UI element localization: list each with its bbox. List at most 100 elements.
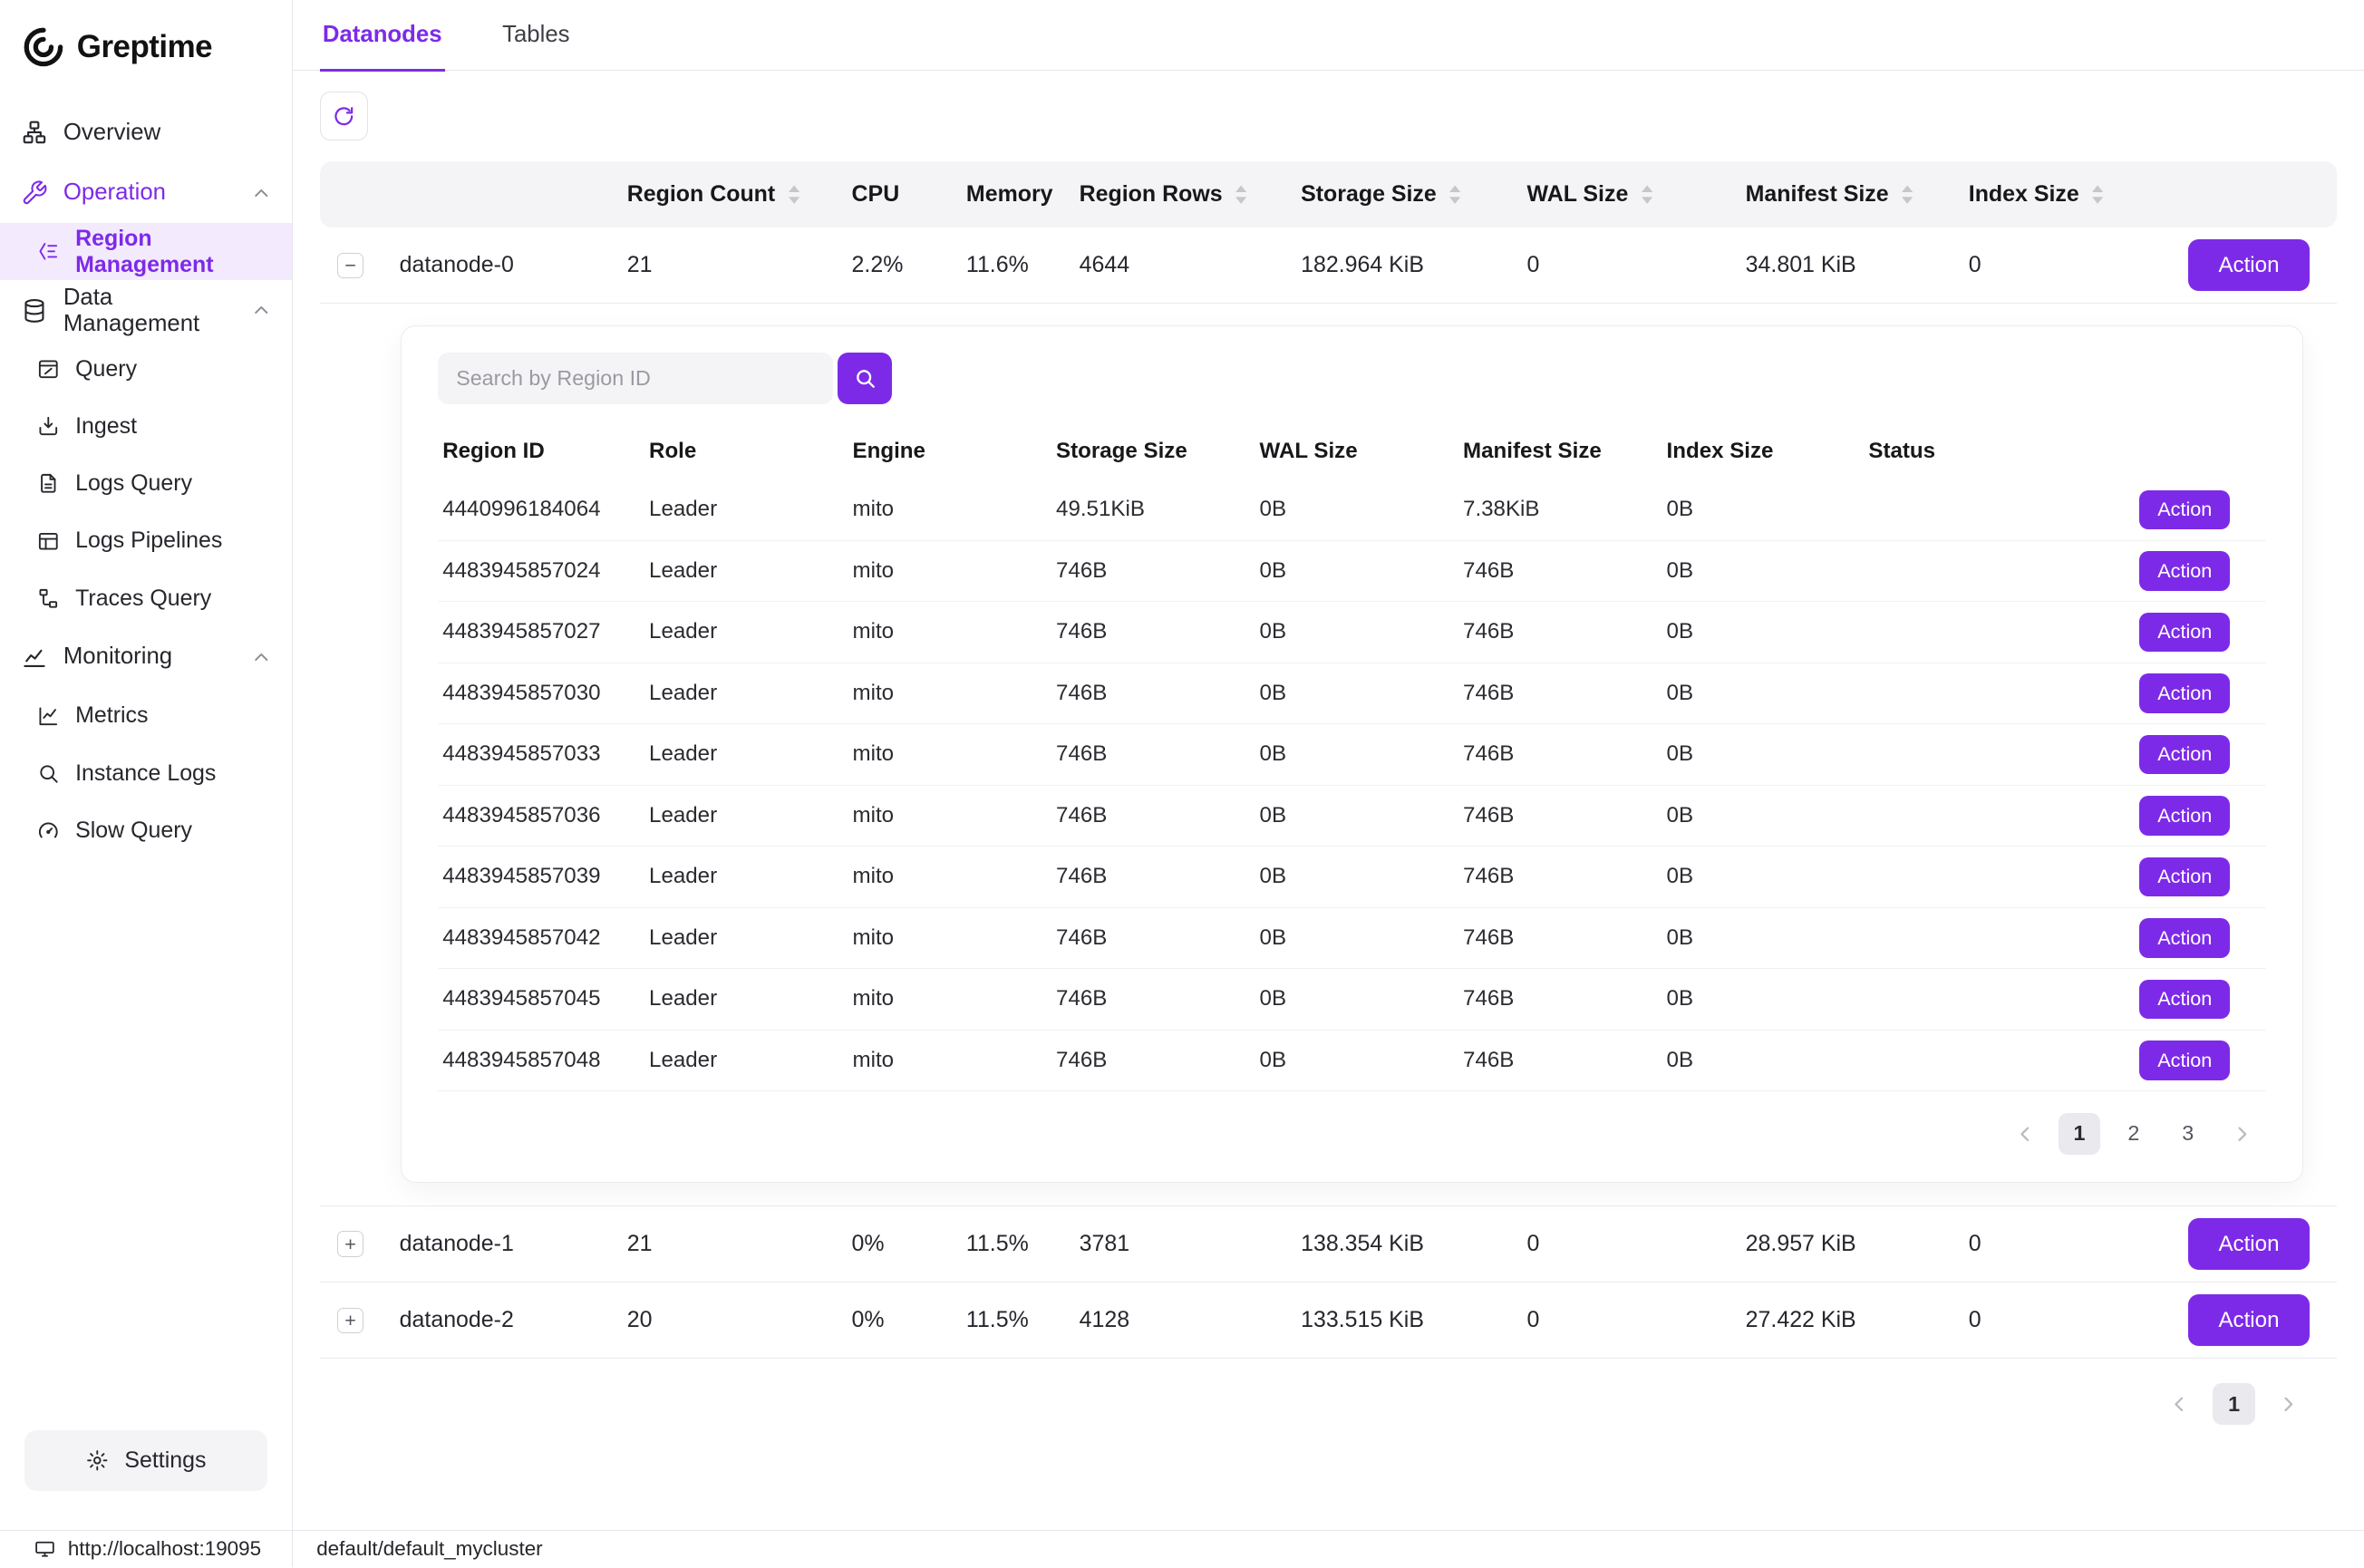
region-action-button[interactable]: Action [2139, 673, 2230, 712]
prev-page-button[interactable] [2158, 1383, 2201, 1426]
page-button-1[interactable]: 1 [2059, 1113, 2101, 1156]
sort-icon[interactable] [1447, 184, 1463, 205]
manifest-size-value: 28.957 KiB [1739, 1231, 1962, 1257]
region-engine: mito [848, 497, 1052, 522]
region-index-size: 0B [1662, 619, 1865, 644]
sidebar-item-query[interactable]: Query [0, 341, 292, 398]
sort-icon[interactable] [1899, 184, 1915, 205]
region-wal-size: 0B [1255, 925, 1459, 951]
expand-row-button[interactable]: + [337, 1231, 363, 1256]
settings-button[interactable]: Settings [24, 1430, 267, 1491]
gauge-icon [36, 818, 61, 843]
action-button[interactable]: Action [2188, 1218, 2310, 1270]
brand[interactable]: Greptime [0, 21, 292, 102]
region-index-size: 0B [1662, 925, 1865, 951]
sidebar-item-logs-query[interactable]: Logs Query [0, 455, 292, 512]
region-action-button[interactable]: Action [2139, 796, 2230, 835]
sidebar-item-label: Logs Query [75, 470, 192, 497]
region-wal-size: 0B [1255, 741, 1459, 767]
sort-icon[interactable] [1233, 184, 1249, 205]
col-header-index-size[interactable]: Index Size [1962, 181, 2144, 208]
region-id: 4483945857024 [438, 558, 644, 584]
sort-icon[interactable] [1639, 184, 1655, 205]
region-role: Leader [644, 558, 848, 584]
connection-host[interactable]: http://localhost:19095 [0, 1531, 293, 1567]
next-page-button[interactable] [2267, 1383, 2310, 1426]
cpu-value: 2.2% [846, 252, 960, 278]
col-header-region-count[interactable]: Region Count [621, 181, 846, 208]
region-engine: mito [848, 925, 1052, 951]
col-label: WAL Size [1527, 181, 1629, 208]
page-button-1[interactable]: 1 [2213, 1383, 2255, 1426]
page-button-3[interactable]: 3 [2166, 1113, 2209, 1156]
sidebar-item-overview[interactable]: Overview [0, 102, 292, 163]
region-action-button[interactable]: Action [2139, 551, 2230, 590]
region-action-button[interactable]: Action [2139, 1040, 2230, 1079]
col-label: Manifest Size [1746, 181, 1889, 208]
region-id: 4483945857030 [438, 681, 644, 706]
sidebar-item-operation[interactable]: Operation [0, 163, 292, 224]
region-wal-size: 0B [1255, 1048, 1459, 1073]
region-search-input[interactable] [438, 353, 833, 404]
region-wal-size: 0B [1255, 619, 1459, 644]
page-button-2[interactable]: 2 [2113, 1113, 2156, 1156]
sidebar-item-label: Region Management [75, 226, 270, 278]
tab-bar: Datanodes Tables [293, 0, 2364, 71]
sidebar-item-data-management[interactable]: Data Management [0, 280, 292, 341]
region-action-button[interactable]: Action [2139, 857, 2230, 896]
sidebar-item-metrics[interactable]: Metrics [0, 687, 292, 744]
index-size-value: 0 [1962, 1231, 2144, 1257]
sidebar-item-ingest[interactable]: Ingest [0, 398, 292, 455]
expand-row-button[interactable]: + [337, 1308, 363, 1333]
sort-icon[interactable] [2089, 184, 2106, 205]
collapse-row-button[interactable]: − [337, 253, 363, 278]
sidebar-item-region-management[interactable]: Region Management [0, 223, 292, 280]
storage-size-value: 182.964 KiB [1294, 252, 1520, 278]
region-engine: mito [848, 619, 1052, 644]
cpu-value: 0% [846, 1307, 960, 1333]
refresh-button[interactable] [320, 92, 368, 140]
region-action-button[interactable]: Action [2139, 490, 2230, 529]
wrench-icon [21, 179, 48, 207]
status-bar: http://localhost:19095 default/default_m… [0, 1530, 2364, 1567]
sidebar-item-instance-logs[interactable]: Instance Logs [0, 744, 292, 801]
region-action-button[interactable]: Action [2139, 980, 2230, 1019]
tab-tables[interactable]: Tables [499, 0, 573, 70]
manifest-size-value: 34.801 KiB [1739, 252, 1962, 278]
index-size-value: 0 [1962, 252, 2144, 278]
region-action-button[interactable]: Action [2139, 613, 2230, 652]
cluster-name[interactable]: default/default_mycluster [293, 1537, 567, 1561]
sidebar-item-monitoring[interactable]: Monitoring [0, 627, 292, 688]
action-button[interactable]: Action [2188, 239, 2310, 291]
col-label: Storage Size [1301, 181, 1437, 208]
action-button[interactable]: Action [2188, 1294, 2310, 1346]
traces-query-icon [36, 586, 61, 611]
sidebar-item-traces-query[interactable]: Traces Query [0, 570, 292, 627]
col-header-manifest-size[interactable]: Manifest Size [1739, 181, 1962, 208]
sort-icon[interactable] [786, 184, 802, 205]
region-engine: mito [848, 681, 1052, 706]
sidebar-item-slow-query[interactable]: Slow Query [0, 802, 292, 859]
region-storage-size: 746B [1051, 864, 1255, 889]
col-header-wal-size[interactable]: WAL Size [1521, 181, 1739, 208]
tab-datanodes[interactable]: Datanodes [320, 0, 445, 70]
memory-value: 11.5% [960, 1231, 1073, 1257]
region-id: 4483945857048 [438, 1048, 644, 1073]
sidebar-item-label: Logs Pipelines [75, 528, 222, 554]
region-action-button[interactable]: Action [2139, 735, 2230, 774]
col-header-region-rows[interactable]: Region Rows [1073, 181, 1294, 208]
main-content: Datanodes Tables Region Count CPU Memory [293, 0, 2364, 1530]
sidebar-item-logs-pipelines[interactable]: Logs Pipelines [0, 512, 292, 569]
memory-value: 11.5% [960, 1307, 1073, 1333]
region-row: 4483945857030 Leader mito 746B 0B 746B 0… [438, 663, 2266, 725]
col-header-manifest-size: Manifest Size [1458, 439, 1662, 464]
region-storage-size: 746B [1051, 1048, 1255, 1073]
sidebar-item-label: Traces Query [75, 586, 211, 612]
next-page-button[interactable] [2221, 1113, 2263, 1156]
col-header-storage-size[interactable]: Storage Size [1294, 181, 1520, 208]
prev-page-button[interactable] [2004, 1113, 2047, 1156]
expanded-region-section: Region ID Role Engine Storage Size WAL S… [320, 304, 2337, 1206]
search-button[interactable] [838, 353, 892, 404]
region-action-button[interactable]: Action [2139, 918, 2230, 957]
chevron-up-icon [249, 298, 274, 323]
